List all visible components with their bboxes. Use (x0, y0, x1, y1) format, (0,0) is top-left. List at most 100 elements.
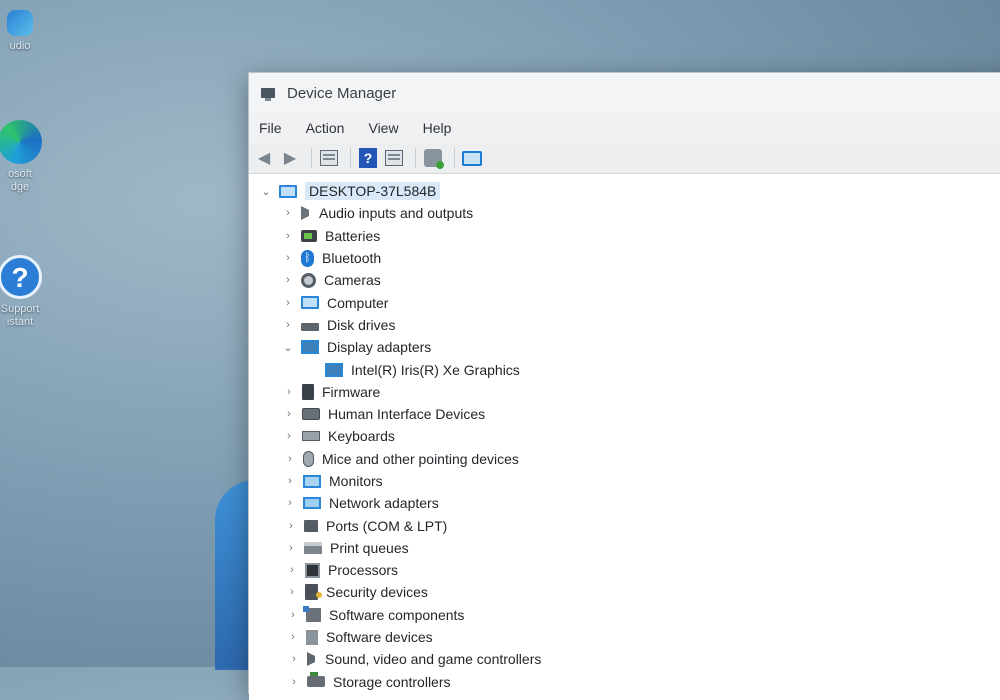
menu-view[interactable]: View (366, 117, 400, 139)
app-icon (7, 10, 33, 36)
tree-item-intel-graphics[interactable]: Intel(R) Iris(R) Xe Graphics (249, 358, 1000, 380)
desktop-icon-edge[interactable]: osoft dge (0, 120, 50, 194)
tree-item-display-adapters[interactable]: ⌄ Display adapters (249, 336, 1000, 358)
window-title: Device Manager (287, 84, 397, 102)
tree-item-software-components[interactable]: › Software components (249, 604, 1000, 626)
computer-icon (279, 184, 297, 198)
toolbar: ◀ ▶ ? (249, 143, 1000, 174)
tree-item-bluetooth[interactable]: › ᛒ Bluetooth (249, 247, 1000, 269)
help-button[interactable]: ? (357, 147, 379, 169)
tree-item-label: Computer (327, 294, 389, 311)
chevron-right-icon[interactable]: › (281, 274, 295, 286)
menu-action[interactable]: Action (304, 117, 347, 139)
toolbar-separator (454, 148, 455, 168)
tree-item-label: Audio inputs and outputs (319, 205, 474, 222)
menu-file[interactable]: File (257, 117, 284, 139)
tree-item-label: Mice and other pointing devices (322, 450, 519, 467)
chevron-right-icon[interactable]: › (283, 497, 297, 509)
chevron-down-icon[interactable]: ⌄ (259, 185, 273, 198)
chevron-right-icon[interactable]: › (287, 676, 301, 688)
computer-icon (301, 296, 319, 310)
display-adapter-icon (325, 362, 343, 377)
software-component-icon (303, 605, 321, 622)
tree-item-print-queues[interactable]: › Print queues (249, 537, 1000, 559)
back-arrow-icon[interactable]: ◀ (253, 147, 275, 169)
tree-item-label: Human Interface Devices (328, 406, 486, 423)
toolbar-separator (311, 148, 312, 168)
chevron-right-icon[interactable]: › (282, 408, 296, 420)
title-bar[interactable]: Device Manager (249, 73, 1000, 113)
chevron-right-icon[interactable]: › (281, 297, 295, 309)
tree-item-label: Security devices (326, 584, 428, 601)
chevron-right-icon[interactable]: › (284, 542, 298, 554)
chevron-right-icon[interactable]: › (283, 453, 297, 465)
tree-item-label: Intel(R) Iris(R) Xe Graphics (351, 361, 520, 378)
tree-item-audio[interactable]: › Audio inputs and outputs (249, 202, 1000, 224)
printer-icon (304, 541, 322, 554)
desktop-icon-app[interactable]: udio (0, 10, 50, 53)
device-manager-window: Device Manager File Action View Help ◀ ▶… (248, 72, 1000, 700)
tree-item-security-devices[interactable]: › Security devices (249, 581, 1000, 603)
monitor-button[interactable] (461, 147, 483, 169)
disk-drive-icon (301, 323, 319, 332)
tree-item-storage-controllers[interactable]: › Storage controllers (249, 671, 1000, 693)
tree-item-keyboards[interactable]: › Keyboards (249, 425, 1000, 447)
security-device-icon (305, 584, 322, 601)
tree-item-monitors[interactable]: › Monitors (249, 470, 1000, 492)
chevron-right-icon[interactable]: › (284, 520, 298, 532)
mouse-icon (303, 450, 314, 467)
tree-item-disk-drives[interactable]: › Disk drives (249, 314, 1000, 336)
tree-item-sound-controllers[interactable]: › Sound, video and game controllers (249, 648, 1000, 670)
tree-item-computer[interactable]: › Computer (249, 291, 1000, 313)
bluetooth-icon: ᛒ (301, 249, 314, 267)
chevron-right-icon[interactable]: › (281, 319, 295, 331)
toolbar-separator (350, 148, 351, 168)
chevron-right-icon[interactable]: › (286, 609, 300, 621)
menu-help[interactable]: Help (421, 117, 454, 139)
firmware-icon (302, 383, 314, 400)
display-adapter-icon (301, 340, 319, 355)
keyboard-icon (302, 431, 320, 442)
tree-item-cameras[interactable]: › Cameras (249, 269, 1000, 291)
tree-item-label: Display adapters (327, 339, 432, 356)
tree-item-batteries[interactable]: › Batteries (249, 225, 1000, 247)
chevron-right-icon[interactable]: › (283, 475, 297, 487)
storage-controller-icon (307, 672, 325, 688)
tree-item-ports[interactable]: › Ports (COM & LPT) (249, 514, 1000, 536)
forward-arrow-icon[interactable]: ▶ (279, 147, 301, 169)
tree-item-label: Bluetooth (322, 250, 382, 267)
view-button[interactable] (383, 147, 405, 169)
tree-root[interactable]: ⌄ DESKTOP-37L584B (249, 180, 1000, 202)
desktop-icon-support[interactable]: ? Support istant (0, 255, 50, 329)
speaker-icon (301, 206, 311, 221)
tree-item-label: Processors (328, 562, 399, 579)
tree-item-network-adapters[interactable]: › Network adapters (249, 492, 1000, 514)
toolbar-separator (415, 148, 416, 168)
chevron-right-icon[interactable]: › (282, 386, 296, 398)
help-icon: ? (0, 255, 42, 299)
tree-item-mice[interactable]: › Mice and other pointing devices (249, 448, 1000, 470)
chevron-right-icon[interactable]: › (285, 564, 299, 576)
tree-item-software-devices[interactable]: › Software devices (249, 626, 1000, 648)
chevron-right-icon[interactable]: › (281, 230, 295, 242)
chevron-right-icon[interactable]: › (285, 586, 299, 598)
chevron-right-icon[interactable]: › (286, 631, 300, 643)
tree-item-label: Firmware (322, 383, 381, 400)
scan-hardware-icon (424, 149, 444, 169)
tree-item-hid[interactable]: › Human Interface Devices (249, 403, 1000, 425)
tree-item-label: Sound, video and game controllers (325, 651, 542, 668)
chevron-right-icon[interactable]: › (287, 653, 301, 665)
tree-root-label: DESKTOP-37L584B (305, 182, 441, 201)
chevron-right-icon[interactable]: › (281, 207, 295, 219)
monitor-icon (462, 150, 482, 166)
tree-item-label: Print queues (330, 539, 409, 556)
properties-button[interactable] (318, 147, 340, 169)
chevron-down-icon[interactable]: ⌄ (281, 341, 295, 354)
chevron-right-icon[interactable]: › (281, 252, 295, 264)
tree-item-processors[interactable]: › Processors (249, 559, 1000, 581)
tree-item-firmware[interactable]: › Firmware (249, 381, 1000, 403)
scan-hardware-button[interactable] (422, 147, 444, 169)
chevron-right-icon[interactable]: › (282, 430, 296, 442)
sound-icon (307, 652, 317, 667)
edge-icon (0, 120, 42, 164)
